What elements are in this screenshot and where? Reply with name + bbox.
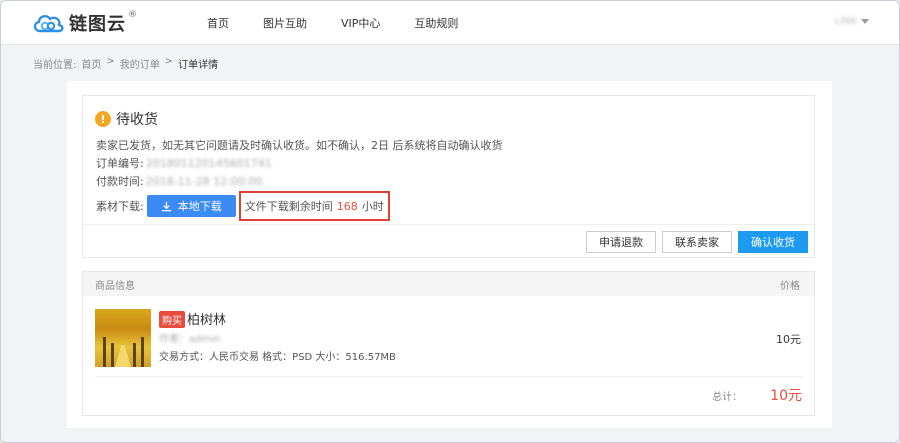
status-heading: ! 待收货 bbox=[95, 109, 158, 129]
goods-info-header: 商品信息 bbox=[95, 280, 135, 292]
breadcrumb-prefix: 当前位置: bbox=[33, 60, 77, 71]
product-name[interactable]: 柏树林 bbox=[187, 309, 226, 328]
product-meta: 交易方式：人民币交易 格式：PSD 大小：516.57MB bbox=[159, 352, 396, 363]
exclamation-icon: ! bbox=[95, 111, 111, 127]
order-actions: 申请退款 联系卖家 确认收货 bbox=[580, 231, 808, 253]
nav-home[interactable]: 首页 bbox=[207, 15, 229, 31]
product-thumbnail[interactable] bbox=[95, 309, 151, 367]
user-name: LINK bbox=[834, 16, 857, 27]
site-logo[interactable]: 链图云 ® bbox=[31, 9, 137, 37]
breadcrumb-current: 订单详情 bbox=[178, 60, 219, 71]
refund-button[interactable]: 申请退款 bbox=[586, 231, 656, 253]
nav-rules[interactable]: 互助规则 bbox=[414, 15, 458, 31]
divider bbox=[95, 376, 803, 377]
remain-suffix: 小时 bbox=[361, 200, 384, 213]
breadcrumb-separator: > bbox=[106, 56, 115, 67]
download-label: 素材下载: bbox=[96, 200, 144, 213]
remain-prefix: 文件下载剩余时间 bbox=[244, 200, 333, 213]
main-content: ! 待收货 卖家已发货，如无其它问题请及时确认收货。如不确认，2日 后系统将自动… bbox=[67, 81, 832, 428]
breadcrumb-orders[interactable]: 我的订单 bbox=[120, 56, 160, 71]
status-text: 待收货 bbox=[116, 112, 158, 128]
chevron-down-icon bbox=[861, 19, 869, 24]
order-status-card: ! 待收货 卖家已发货，如无其它问题请及时确认收货。如不确认，2日 后系统将自动… bbox=[82, 95, 815, 258]
cloud-link-icon bbox=[33, 14, 64, 33]
download-button-label: 本地下载 bbox=[177, 200, 222, 213]
pay-time-label: 付款时间: bbox=[96, 175, 144, 188]
shipping-notice: 卖家已发货，如无其它问题请及时确认收货。如不确认，2日 后系统将自动确认收货 bbox=[96, 137, 503, 153]
product-price: 10元 bbox=[776, 333, 801, 346]
remain-hours: 168 bbox=[336, 199, 358, 213]
notice-text: 卖家已发货，如无其它问题请及时确认收货。如不确认，2日 后系统将自动确认收货 bbox=[96, 139, 503, 152]
nav-image-help[interactable]: 图片互助 bbox=[263, 15, 307, 31]
app-window: 链图云 ® 首页 图片互助 VIP中心 互助规则 LINK 当前位置: 首页 >… bbox=[0, 0, 900, 443]
order-number-row: 订单编号: 201801120145601741 bbox=[96, 155, 272, 171]
pay-time-row: 付款时间: 2018-11-28 12:00:00 bbox=[96, 173, 263, 189]
price-header: 价格 bbox=[780, 280, 800, 292]
confirm-receipt-button[interactable]: 确认收货 bbox=[738, 231, 808, 253]
logo-text: 链图云 bbox=[69, 14, 126, 35]
goods-table-header: 商品信息 价格 bbox=[83, 272, 814, 296]
user-menu[interactable]: LINK bbox=[834, 16, 869, 27]
order-number-label: 订单编号: bbox=[96, 157, 144, 170]
local-download-button[interactable]: 本地下载 bbox=[146, 195, 236, 217]
top-header: 链图云 ® 首页 图片互助 VIP中心 互助规则 LINK bbox=[1, 1, 899, 45]
main-nav: 首页 图片互助 VIP中心 互助规则 bbox=[207, 1, 492, 45]
purchase-badge: 购买 bbox=[159, 311, 185, 328]
breadcrumb-home[interactable]: 首页 bbox=[81, 56, 101, 71]
breadcrumb: 当前位置: 首页 > 我的订单 > 订单详情 bbox=[33, 56, 223, 71]
download-row: 素材下载: 本地下载 文件下载剩余时间 168 小时 bbox=[96, 191, 390, 221]
contact-seller-button[interactable]: 联系卖家 bbox=[662, 231, 732, 253]
product-author: 作者：admin bbox=[159, 334, 221, 345]
breadcrumb-separator: > bbox=[164, 56, 174, 67]
divider bbox=[83, 224, 814, 225]
order-number-value: 201801120145601741 bbox=[145, 156, 272, 170]
registered-mark: ® bbox=[128, 10, 137, 20]
total-label: 总计： bbox=[712, 391, 743, 403]
order-total: 总计： 10元 bbox=[712, 385, 802, 405]
goods-table: 商品信息 价格 购买 柏树林 作者：admin 交易方式：人民币交易 格式：PS… bbox=[82, 271, 815, 416]
pay-time-value: 2018-11-28 12:00:00 bbox=[145, 174, 263, 188]
download-remaining-time: 文件下载剩余时间 168 小时 bbox=[238, 191, 390, 221]
goods-row: 购买 柏树林 作者：admin 交易方式：人民币交易 格式：PSD 大小：516… bbox=[95, 309, 801, 369]
download-icon bbox=[161, 201, 171, 211]
total-value: 10元 bbox=[770, 388, 802, 404]
nav-vip[interactable]: VIP中心 bbox=[341, 15, 380, 31]
